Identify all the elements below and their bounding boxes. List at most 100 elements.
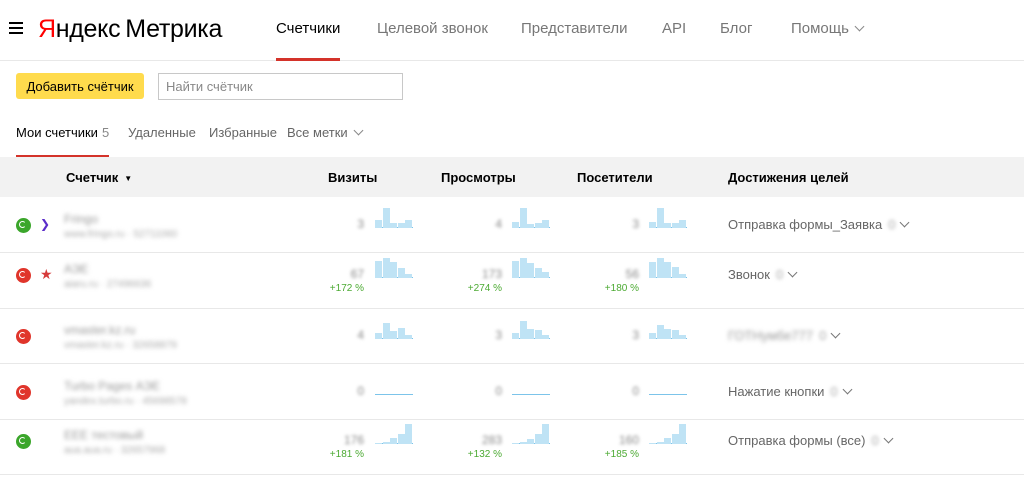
sparkline-bar	[519, 321, 527, 339]
sparkline-bar	[649, 333, 657, 339]
goal-name: Отправка формы (все)	[728, 433, 866, 448]
goal-count: 0	[830, 383, 838, 399]
column-goals[interactable]: Достижения целей	[728, 170, 849, 185]
goal-selector[interactable]: ГОТНумбе777 0	[728, 328, 841, 343]
goal-selector[interactable]: Нажатие кнопки 0	[728, 383, 853, 399]
nav-counters[interactable]: Счетчики	[276, 20, 340, 37]
add-counter-button[interactable]: Добавить счётчик	[16, 73, 144, 99]
sparkline-bar	[375, 220, 383, 228]
nav-help-label: Помощь	[791, 20, 849, 37]
nav-blog[interactable]: Блог	[720, 20, 752, 37]
nav-representatives[interactable]: Представители	[521, 20, 627, 37]
sparkline-bar	[390, 223, 398, 228]
sparkline-bar	[397, 267, 405, 278]
visitors-growth: +185 %	[604, 449, 639, 460]
visits-sparkline[interactable]	[375, 373, 413, 395]
views-sparkline[interactable]	[512, 317, 550, 339]
visits-sparkline[interactable]	[375, 256, 413, 278]
column-visitors[interactable]: Посетители	[577, 170, 653, 185]
table-row[interactable]: vmaster.kz.ru vmaster.kz.ru · 32658879 4 3 3…	[0, 309, 1024, 364]
visitors-growth: +180 %	[604, 282, 639, 294]
visits-value: 3	[357, 217, 364, 231]
connected-app-icon: ❯	[40, 217, 51, 231]
tab-favorites[interactable]: Избранные	[209, 125, 277, 140]
counter-name-link[interactable]: ЕЕЕ тестовый	[64, 428, 143, 442]
sparkline-bar	[527, 329, 535, 339]
counter-status-icon	[16, 384, 31, 400]
visitors-sparkline[interactable]	[649, 373, 687, 395]
visitors-sparkline[interactable]	[649, 317, 687, 339]
nav-help[interactable]: Помощь	[791, 20, 865, 37]
views-sparkline[interactable]	[512, 422, 550, 444]
nav-api[interactable]: API	[662, 20, 686, 37]
chevron-down-icon[interactable]	[842, 384, 853, 394]
views-sparkline[interactable]	[512, 256, 550, 278]
counter-name-link[interactable]: АЭЕ	[64, 262, 88, 276]
sparkline-bar	[542, 271, 550, 278]
views-sparkline[interactable]	[512, 373, 550, 395]
chevron-down-icon[interactable]	[883, 433, 894, 444]
column-visits[interactable]: Визиты	[328, 170, 377, 185]
column-views[interactable]: Просмотры	[441, 170, 516, 185]
search-counter-input[interactable]	[158, 73, 403, 100]
goal-selector[interactable]: Отправка формы_Заявка 0	[728, 217, 910, 232]
goal-name: Отправка формы_Заявка	[728, 217, 883, 232]
sparkline-bar	[649, 222, 657, 228]
goal-selector[interactable]: Отправка формы (все) 0	[728, 433, 894, 448]
visitors-sparkline[interactable]	[649, 422, 687, 444]
sparkline-bar	[527, 439, 535, 444]
chevron-down-icon[interactable]	[787, 267, 798, 277]
sparkline-bar	[519, 208, 527, 228]
sparkline-bar	[382, 323, 390, 339]
sparkline-bar	[390, 438, 398, 444]
nav-target-call[interactable]: Целевой звонок	[377, 20, 488, 37]
logo-brand: ндекс	[55, 15, 121, 43]
table-row[interactable]: Turbo Pages АЭЕ yandex.turbo.ru · 4569857…	[0, 365, 1024, 420]
visitors-sparkline[interactable]	[649, 256, 687, 278]
visits-sparkline[interactable]	[375, 317, 413, 339]
favorite-star-icon[interactable]: ★	[40, 266, 53, 283]
yandex-metrika-logo[interactable]: Яндекс Метрика	[38, 14, 222, 44]
sparkline-bar	[534, 267, 542, 278]
sparkline-bar	[671, 266, 679, 278]
visitors-value: 0	[632, 383, 639, 398]
sparkline-bar	[679, 220, 687, 228]
table-header: Счетчик ▼ Визиты Просмотры Посетители Дос…	[0, 157, 1024, 197]
sparkline-bar	[397, 434, 405, 444]
sparkline-bar	[527, 224, 535, 228]
app-header: Яндекс Метрика Счетчики Целевой звонок Пр…	[0, 0, 1024, 61]
views-sparkline[interactable]	[512, 206, 550, 228]
views-value: 283	[481, 433, 502, 447]
sparkline-bar	[649, 443, 657, 444]
counter-name-link[interactable]: vmaster.kz.ru	[64, 323, 135, 337]
visits-sparkline[interactable]	[375, 206, 413, 228]
column-counter[interactable]: Счетчик ▼	[66, 170, 132, 185]
visits-sparkline[interactable]	[375, 422, 413, 444]
counter-site-id: www.fringo.ru · 52711060	[64, 229, 178, 240]
views-growth: +132 %	[467, 449, 502, 460]
menu-burger-icon[interactable]	[9, 22, 23, 34]
tab-all-tags[interactable]: Все метки	[287, 125, 364, 140]
sparkline-bar	[664, 438, 672, 444]
chevron-down-icon[interactable]	[899, 217, 910, 228]
column-counter-label: Счетчик	[66, 170, 119, 185]
sparkline-bar	[397, 328, 405, 339]
counter-name-link[interactable]: Turbo Pages АЭЕ	[64, 379, 160, 393]
table-row[interactable]: ❯ Fringo www.fringo.ru · 52711060 3 4 3 Отправ…	[0, 198, 1024, 253]
sparkline-bar	[390, 261, 398, 278]
sparkline-bar	[382, 208, 390, 228]
goal-selector[interactable]: Звонок 0	[728, 267, 798, 282]
sparkline-bar	[534, 434, 542, 444]
sparkline-bar	[512, 260, 520, 278]
views-value: 4	[495, 217, 502, 231]
tab-my-counters[interactable]: Мои счетчики 5	[16, 125, 109, 140]
counter-name-link[interactable]: Fringo	[64, 212, 98, 226]
tab-deleted[interactable]: Удаленные	[128, 125, 196, 140]
table-row[interactable]: ЕЕЕ тестовый aua.aua.ru · 32657968 176 +181…	[0, 420, 1024, 475]
visitors-sparkline[interactable]	[649, 206, 687, 228]
chevron-down-icon[interactable]	[830, 328, 841, 339]
table-row[interactable]: ★ АЭЕ aiaru.ru · 27496636 67 +172 % 173 +274 %…	[0, 254, 1024, 309]
goal-name: ГОТНумбе777	[728, 328, 814, 343]
sparkline-bar	[405, 273, 413, 278]
sparkline-bar	[519, 442, 527, 444]
